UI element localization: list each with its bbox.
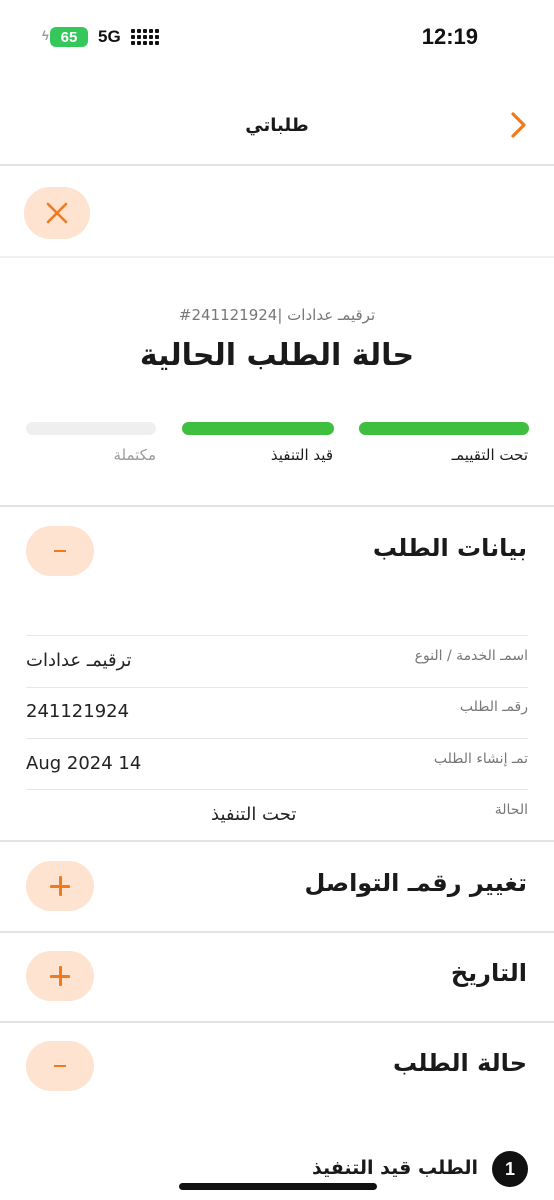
- top-navigation-bar: طلباتي: [0, 80, 554, 166]
- divider: [26, 687, 528, 688]
- created-date-label: تمـ إنشاء الطلب: [433, 751, 528, 767]
- divider: [0, 931, 554, 933]
- step-label-under-review: تحت التقييمـ: [451, 446, 528, 464]
- minus-icon: [54, 550, 66, 552]
- minus-icon: [54, 1065, 66, 1067]
- home-indicator[interactable]: [179, 1183, 377, 1190]
- close-button[interactable]: [24, 187, 90, 239]
- order-number-value: 241121924: [26, 701, 130, 722]
- progress-step-completed: [26, 422, 156, 435]
- divider: [0, 505, 554, 507]
- divider: [0, 1021, 554, 1023]
- created-date-value: Aug 2024 14: [26, 753, 142, 774]
- collapse-order-details-button[interactable]: [26, 526, 94, 576]
- plus-icon: [50, 966, 70, 986]
- history-title: التاريخ: [450, 959, 527, 987]
- status-value: تحت التنفيذ: [211, 804, 297, 825]
- page-title: طلباتي: [245, 115, 309, 136]
- network-type: 5G: [98, 27, 121, 46]
- clock: 12:19: [421, 24, 478, 49]
- divider: [0, 840, 554, 842]
- step-label-completed: مكتملة: [113, 446, 156, 464]
- expand-change-contact-button[interactable]: [26, 861, 94, 911]
- status-bar: ϟ 65 5G 12:19: [0, 0, 554, 80]
- progress-step-in-progress: [182, 422, 334, 435]
- timeline-step-text: الطلب قيد التنفيذ: [312, 1157, 478, 1179]
- step-label-in-progress: قيد التنفيذ: [270, 446, 333, 464]
- divider: [26, 635, 528, 636]
- chevron-right-icon[interactable]: [506, 110, 532, 140]
- change-contact-title: تغيير رقمـ التواصل: [304, 869, 527, 897]
- service-type-label: اسمـ الخدمة / النوع: [414, 648, 528, 664]
- order-details-title: بيانات الطلب: [372, 534, 527, 562]
- timeline-step-number: 1: [492, 1151, 528, 1187]
- plus-icon: [50, 876, 70, 896]
- order-status-title: حالة الطلب: [392, 1049, 527, 1077]
- collapse-order-status-button[interactable]: [26, 1041, 94, 1091]
- progress-step-under-review: [359, 422, 529, 435]
- signal-icon: [130, 29, 159, 45]
- divider: [26, 738, 528, 739]
- divider: [26, 789, 528, 790]
- order-number-subtitle: ترقيمـ عدادات |241121924#: [178, 306, 376, 324]
- order-number-label: رقمـ الطلب: [459, 699, 528, 715]
- close-x-icon: [46, 202, 68, 224]
- status-icons: ϟ 65 5G: [42, 27, 159, 47]
- charging-bolt-icon: ϟ: [42, 28, 49, 43]
- status-heading: حالة الطلب الحالية: [139, 338, 415, 373]
- expand-history-button[interactable]: [26, 951, 94, 1001]
- battery-level: 65: [60, 28, 78, 46]
- service-type-value: ترقيمـ عدادات: [26, 650, 132, 671]
- status-label: الحالة: [494, 802, 528, 818]
- close-bar: [0, 168, 554, 258]
- battery-icon: ϟ 65: [42, 27, 88, 47]
